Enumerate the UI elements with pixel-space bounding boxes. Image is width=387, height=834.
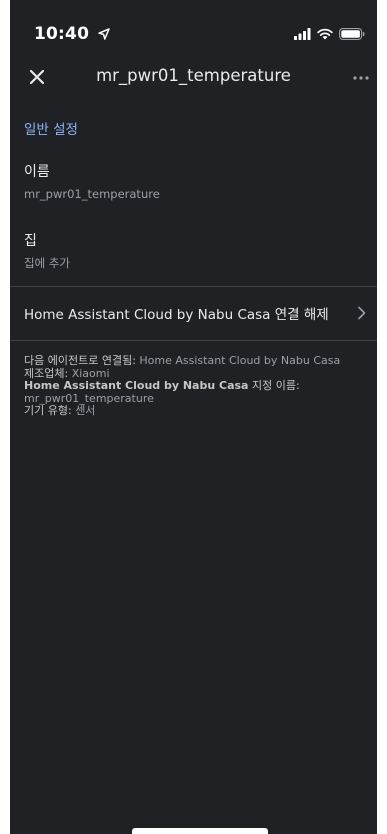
page-title: mr_pwr01_temperature bbox=[96, 66, 291, 85]
device-info: 다음 에이전트로 연결됨: Home Assistant Cloud by Na… bbox=[24, 354, 374, 418]
device-type-row: 기기 유형: 센서 bbox=[24, 404, 374, 418]
name-field-value: mr_pwr01_temperature bbox=[24, 187, 160, 201]
more-options-button[interactable] bbox=[351, 70, 371, 84]
battery-icon bbox=[339, 28, 365, 40]
chevron-right-icon bbox=[358, 306, 366, 320]
section-title-general-settings: 일반 설정 bbox=[24, 122, 78, 138]
assigned-name-row: Home Assistant Cloud by Nabu Casa 지정 이름: bbox=[24, 379, 374, 393]
status-time: 10:40 bbox=[34, 24, 110, 45]
status-time-text: 10:40 bbox=[34, 24, 90, 44]
manufacturer-value: Xiaomi bbox=[71, 366, 110, 380]
unlink-service-row[interactable]: Home Assistant Cloud by Nabu Casa 연결 해제 bbox=[10, 286, 377, 340]
assigned-name-service: Home Assistant Cloud by Nabu Casa bbox=[24, 379, 249, 392]
assigned-name-label: 지정 이름: bbox=[251, 379, 300, 392]
name-field-label: 이름 bbox=[24, 164, 50, 180]
status-icons bbox=[294, 27, 365, 41]
more-horizontal-icon bbox=[353, 76, 369, 80]
name-field[interactable]: 이름 mr_pwr01_temperature bbox=[24, 163, 354, 202]
signal-bars-icon bbox=[294, 28, 311, 40]
close-button[interactable] bbox=[26, 66, 48, 88]
device-type-label: 기기 유형: bbox=[24, 404, 72, 417]
home-field-label: 집 bbox=[24, 233, 37, 249]
app-header: mr_pwr01_temperature bbox=[10, 62, 377, 92]
connected-agent-label: 다음 에이전트로 연결됨: bbox=[24, 354, 136, 367]
connected-agent-value: Home Assistant Cloud by Nabu Casa bbox=[139, 354, 341, 367]
status-bar: 10:40 bbox=[10, 0, 377, 62]
close-icon bbox=[29, 69, 45, 85]
unlink-service-label: Home Assistant Cloud by Nabu Casa 연결 해제 bbox=[24, 307, 329, 323]
home-field-value: 집에 추가 bbox=[24, 256, 70, 270]
device-type-value: 센서 bbox=[75, 404, 96, 417]
app-screen: 10:40 mr_pwr01_temperature 일반 설정 이름 mr_p… bbox=[10, 0, 377, 834]
home-field[interactable]: 집 집에 추가 bbox=[24, 232, 354, 271]
home-indicator[interactable] bbox=[132, 828, 268, 834]
divider bbox=[10, 340, 377, 341]
wifi-icon bbox=[317, 28, 333, 40]
location-arrow-icon bbox=[98, 25, 110, 45]
manufacturer-label: 제조업체: bbox=[24, 366, 69, 380]
